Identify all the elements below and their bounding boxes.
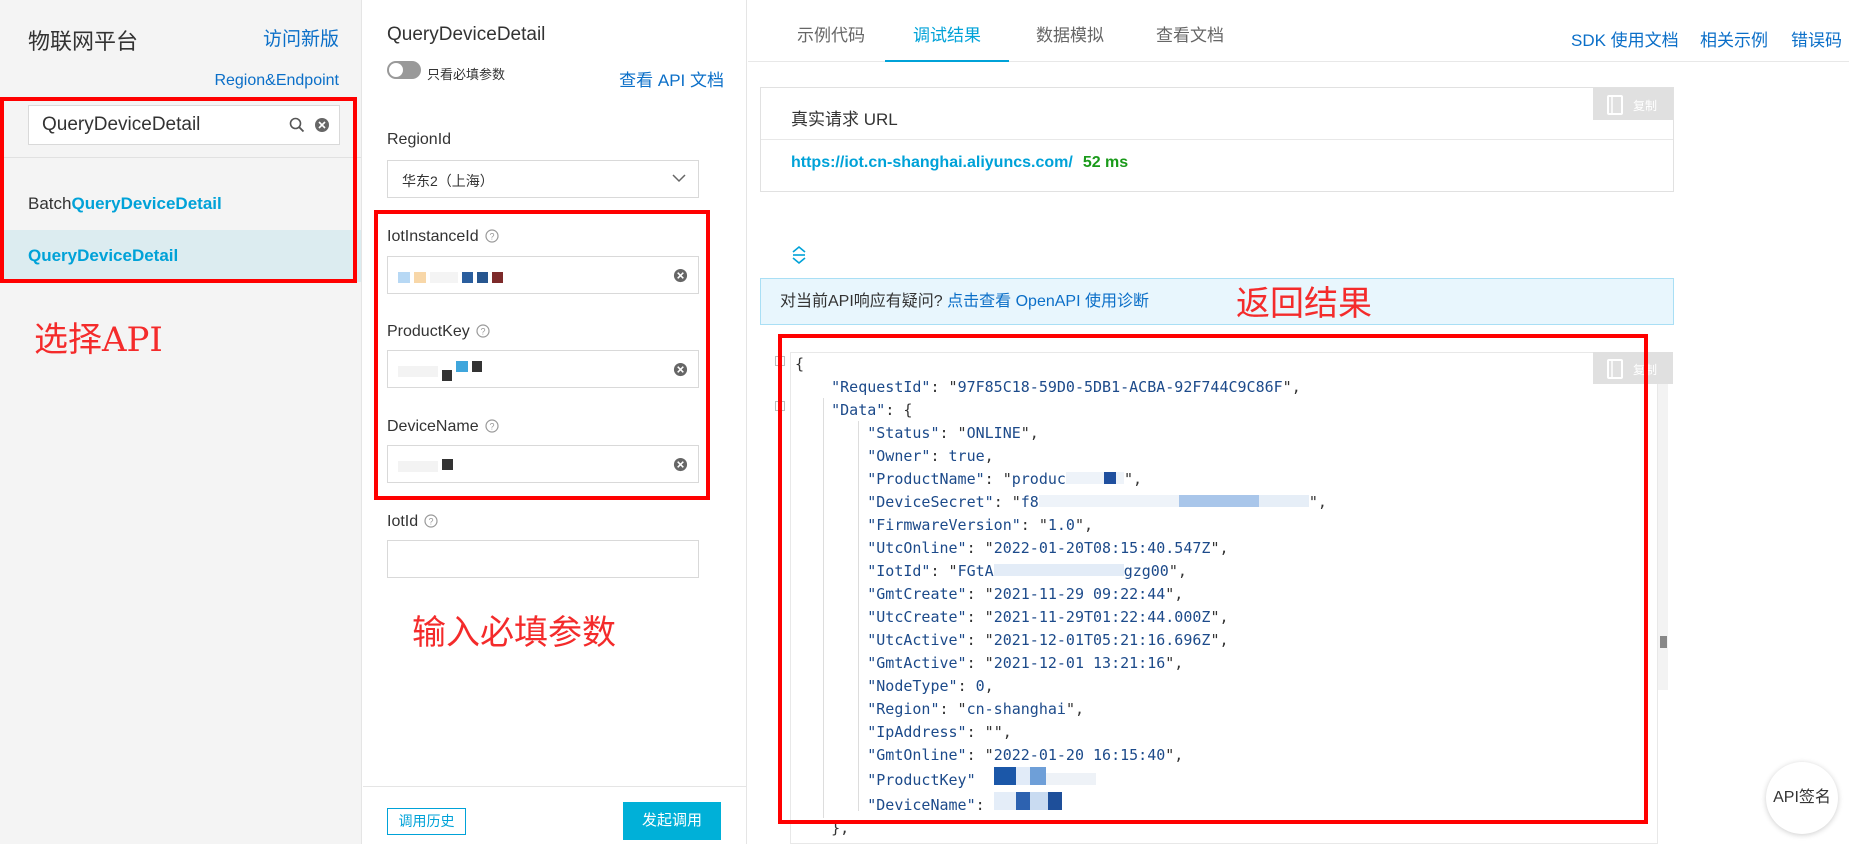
- invoke-button[interactable]: 发起调用: [623, 802, 721, 840]
- related-examples-link[interactable]: 相关示例: [1700, 26, 1768, 51]
- region-endpoint-link[interactable]: Region&Endpoint: [214, 72, 339, 90]
- annotation-box-result: [778, 334, 1648, 824]
- visit-new-version-link[interactable]: 访问新版: [263, 24, 339, 51]
- result-scrollbar-thumb[interactable]: [1660, 636, 1667, 648]
- region-id-label: RegionId: [387, 131, 452, 148]
- brand-title: 物联网平台: [28, 29, 139, 54]
- annotation-input-params: 输入必填参数: [412, 613, 616, 653]
- copy-label: 复制: [1633, 99, 1658, 113]
- annotation-return-result: 返回结果: [1236, 284, 1372, 324]
- request-url-panel: 真实请求 URL https://iot.cn-shanghai.aliyunc…: [760, 87, 1674, 192]
- error-code-link[interactable]: 错误码: [1791, 26, 1842, 51]
- request-duration: 52 ms: [1082, 154, 1129, 171]
- request-url-header: 真实请求 URL: [761, 88, 1673, 140]
- sdk-docs-link[interactable]: SDK 使用文档: [1571, 26, 1679, 51]
- region-select[interactable]: 华东2（上海）: [387, 160, 699, 198]
- diagnose-bar: 对当前API响应有疑问? 点击查看 OpenAPI 使用诊断: [760, 278, 1674, 325]
- annotation-select-api: 选择API: [34, 320, 163, 360]
- params-footer-divider: [363, 786, 746, 787]
- call-history-button[interactable]: 调用历史: [387, 808, 466, 835]
- help-icon[interactable]: ?: [424, 514, 438, 528]
- request-url-line: https://iot.cn-shanghai.aliyuncs.com/52 …: [791, 154, 1128, 172]
- required-only-toggle[interactable]: [387, 61, 421, 79]
- api-sign-button[interactable]: API签名: [1766, 762, 1838, 834]
- iot-id-label: IotId?: [387, 513, 438, 531]
- api-title: QueryDeviceDetail: [387, 24, 546, 45]
- diagnose-text: 对当前API响应有疑问?: [780, 293, 943, 310]
- iot-id-field[interactable]: [387, 540, 699, 578]
- iot-id-label-text: IotId: [387, 513, 419, 530]
- tab-sample-code[interactable]: 示例代码: [786, 0, 876, 62]
- annotation-box-required-params: [374, 210, 710, 500]
- collapse-icon[interactable]: [790, 245, 808, 265]
- diagnose-link[interactable]: 点击查看 OpenAPI 使用诊断: [947, 293, 1149, 310]
- request-url-title: 真实请求 URL: [791, 110, 898, 129]
- request-url[interactable]: https://iot.cn-shanghai.aliyuncs.com/: [791, 154, 1073, 171]
- tab-debug-result[interactable]: 调试结果: [885, 0, 1009, 62]
- region-select-value: 华东2（上海）: [402, 173, 494, 189]
- annotation-box-select-api: [0, 97, 357, 283]
- result-tabs: 示例代码 调试结果 数据模拟 查看文档: [748, 0, 1849, 62]
- copy-icon: [1607, 95, 1623, 115]
- chevron-down-icon: [672, 174, 686, 183]
- required-only-label: 只看必填参数: [427, 67, 506, 82]
- tab-view-docs[interactable]: 查看文档: [1140, 0, 1240, 62]
- copy-url-button[interactable]: 复制: [1593, 88, 1673, 120]
- svg-text:?: ?: [429, 517, 434, 527]
- tab-data-simulation[interactable]: 数据模拟: [1022, 0, 1118, 62]
- api-doc-link[interactable]: 查看 API 文档: [619, 66, 724, 91]
